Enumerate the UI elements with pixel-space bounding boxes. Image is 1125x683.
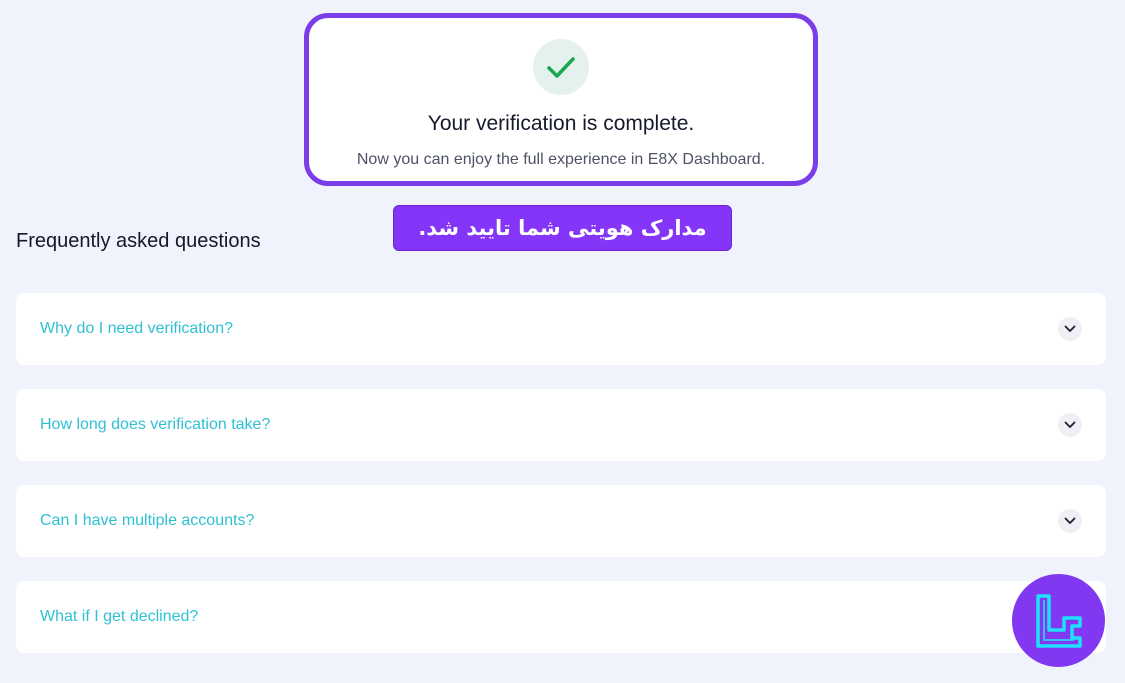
chevron-down-icon[interactable] — [1058, 413, 1082, 437]
tc-logo-icon — [1012, 574, 1105, 667]
verification-subtitle: Now you can enjoy the full experience in… — [356, 151, 766, 168]
faq-item-multiple-accounts[interactable]: Can I have multiple accounts? — [16, 485, 1106, 557]
verification-annotation-badge: مدارک هویتی شما تایید شد. — [393, 205, 732, 251]
faq-item-why-verification[interactable]: Why do I need verification? — [16, 293, 1106, 365]
faq-question: Why do I need verification? — [40, 320, 233, 337]
checkmark-icon — [533, 39, 589, 95]
faq-item-verification-duration[interactable]: How long does verification take? — [16, 389, 1106, 461]
chevron-down-icon[interactable] — [1058, 509, 1082, 533]
faq-question: Can I have multiple accounts? — [40, 512, 255, 529]
faq-heading: Frequently asked questions — [16, 230, 261, 252]
chevron-down-icon[interactable] — [1058, 317, 1082, 341]
verification-complete-card: Your verification is complete. Now you c… — [304, 13, 818, 186]
faq-question: What if I get declined? — [40, 608, 199, 625]
faq-question: How long does verification take? — [40, 416, 271, 433]
verification-title: Your verification is complete. — [427, 112, 695, 135]
faq-item-declined[interactable]: What if I get declined? — [16, 581, 1106, 653]
